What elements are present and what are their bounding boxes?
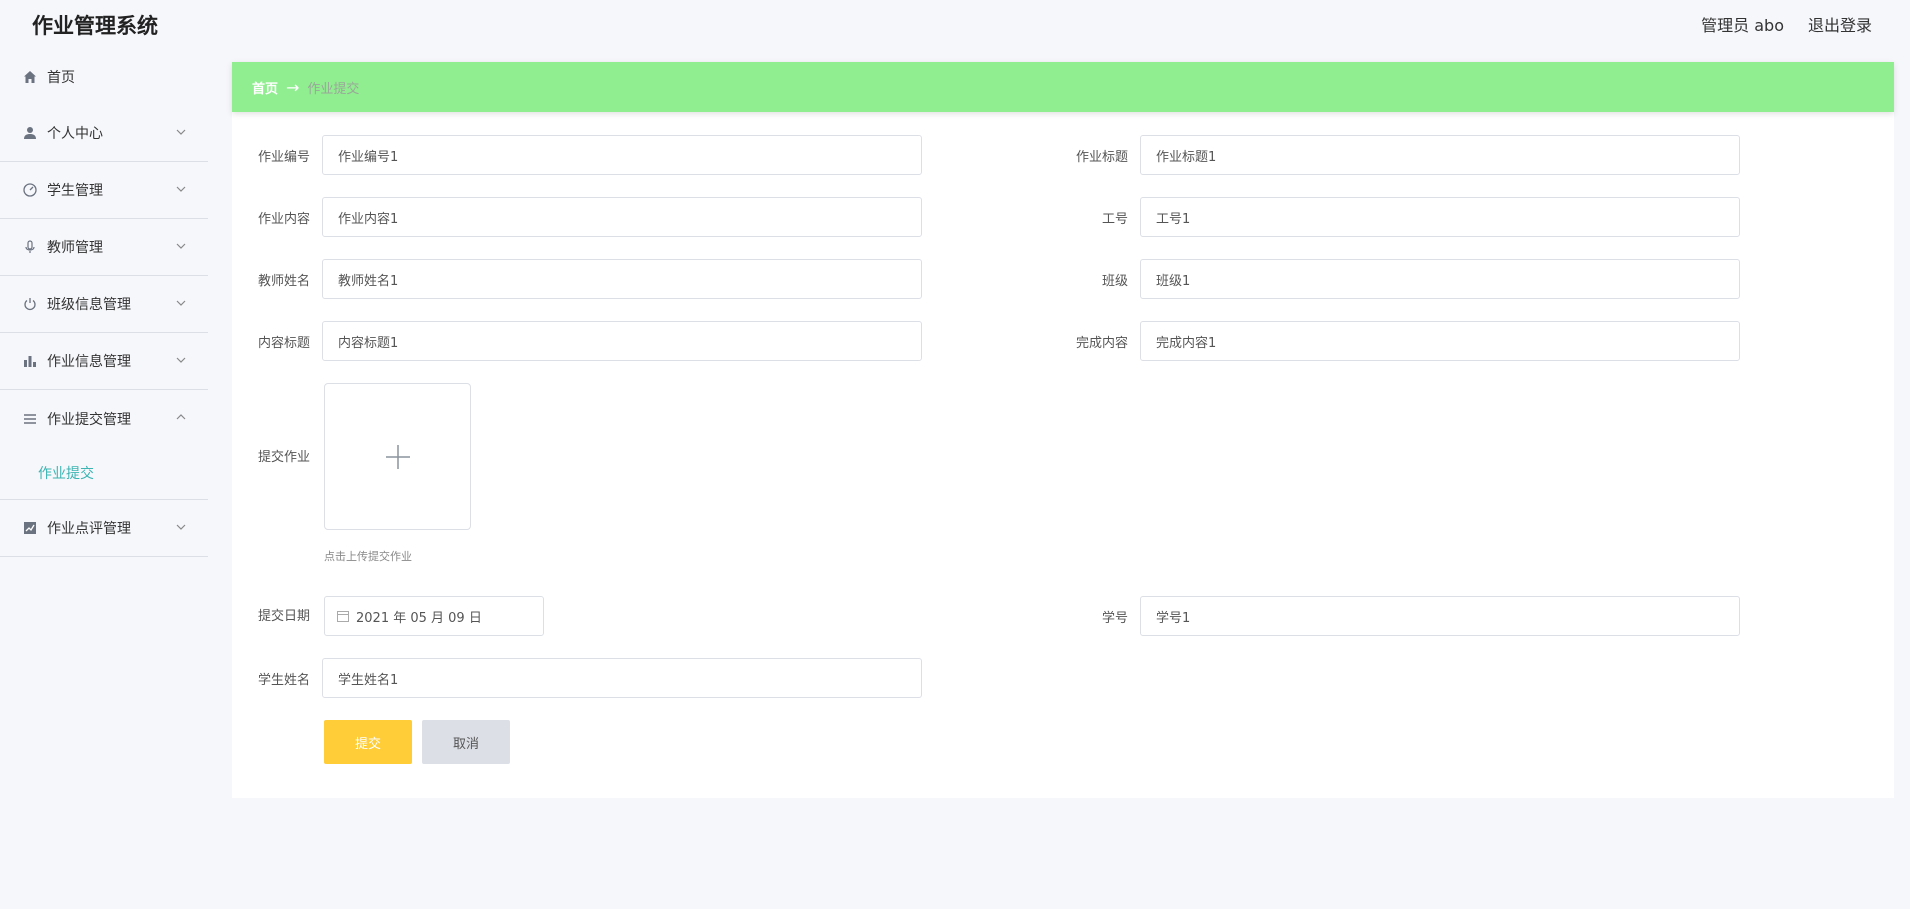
microphone-icon	[22, 239, 38, 255]
field-label: 作业内容	[257, 211, 310, 227]
field-label: 工号	[1101, 211, 1128, 227]
field-student-id: 学号	[1060, 596, 1740, 636]
breadcrumb-current: 作业提交	[307, 81, 360, 97]
sidebar-item-homework-info-management[interactable]: 作业信息管理	[0, 333, 208, 390]
upload-homework-button[interactable]	[324, 383, 471, 530]
field-label: 内容标题	[257, 335, 310, 351]
line-chart-icon	[22, 520, 38, 536]
chevron-down-icon	[176, 129, 186, 135]
field-label: 学生姓名	[257, 672, 310, 688]
field-homework-number: 作业编号	[242, 135, 922, 175]
breadcrumb-home[interactable]: 首页	[252, 78, 278, 97]
main-content: 首页 → 作业提交 作业编号 作业标题 作业内容 工号 教师姓名 班级 内容标题…	[232, 62, 1894, 798]
field-label: 班级	[1101, 273, 1128, 289]
header-actions: 管理员 abo 退出登录	[1701, 12, 1872, 36]
breadcrumb-arrow-icon: →	[286, 77, 300, 97]
cancel-button[interactable]: 取消	[422, 720, 510, 764]
student-id-input[interactable]	[1140, 596, 1740, 636]
sidebar-item-teacher-management[interactable]: 教师管理	[0, 219, 208, 276]
submit-button[interactable]: 提交	[324, 720, 412, 764]
field-label: 教师姓名	[257, 273, 310, 289]
sidebar-item-label: 班级信息管理	[47, 297, 131, 313]
field-content-title: 内容标题	[242, 321, 922, 361]
sidebar-item-student-management[interactable]: 学生管理	[0, 162, 208, 219]
upload-label: 提交作业	[257, 450, 310, 465]
student-name-input[interactable]	[322, 658, 922, 698]
sidebar-item-personal-center[interactable]: 个人中心	[0, 105, 208, 162]
sidebar-item-label: 教师管理	[47, 240, 103, 256]
home-icon	[22, 69, 38, 85]
sidebar-item-label: 学生管理	[47, 183, 103, 199]
bar-chart-icon	[22, 353, 38, 369]
sidebar: 首页 个人中心 学生管理 教师管理 班级信息管理 作业信息管理 作业提交管理 作…	[0, 48, 208, 909]
field-label: 作业标题	[1075, 149, 1128, 165]
chevron-down-icon	[176, 186, 186, 192]
field-teacher-name: 教师姓名	[242, 259, 922, 299]
submit-date-value: 2021 年 05 月 09 日	[356, 610, 482, 626]
sidebar-item-label: 作业提交管理	[47, 411, 131, 428]
list-icon	[22, 411, 38, 427]
dashboard-icon	[22, 182, 38, 198]
content-title-input[interactable]	[322, 321, 922, 361]
power-icon	[22, 296, 38, 312]
sidebar-item-home[interactable]: 首页	[0, 48, 208, 105]
current-user: 管理员 abo	[1701, 16, 1784, 35]
field-label: 完成内容	[1075, 335, 1128, 351]
app-title: 作业管理系统	[32, 14, 158, 38]
chevron-down-icon	[176, 524, 186, 530]
sidebar-subitem-homework-submit[interactable]: 作业提交	[0, 447, 208, 499]
calendar-icon	[337, 611, 349, 622]
homework-content-input[interactable]	[322, 197, 922, 237]
field-class: 班级	[1060, 259, 1740, 299]
sidebar-item-label: 个人中心	[47, 126, 103, 142]
sidebar-item-homework-submission-management[interactable]: 作业提交管理	[0, 390, 208, 447]
upload-hint: 点击上传提交作业	[324, 550, 412, 563]
top-header: 作业管理系统 管理员 abo 退出登录	[0, 0, 1910, 48]
field-homework-content: 作业内容	[242, 197, 922, 237]
breadcrumb: 首页 → 作业提交	[232, 62, 1894, 112]
chevron-down-icon	[176, 300, 186, 306]
teacher-name-input[interactable]	[322, 259, 922, 299]
field-student-name: 学生姓名	[242, 658, 922, 698]
field-completed-content: 完成内容	[1060, 321, 1740, 361]
homework-number-input[interactable]	[322, 135, 922, 175]
plus-icon	[385, 444, 410, 469]
sidebar-item-class-info-management[interactable]: 班级信息管理	[0, 276, 208, 333]
chevron-up-icon	[176, 414, 186, 420]
chevron-down-icon	[176, 357, 186, 363]
date-label: 提交日期	[257, 609, 310, 624]
completed-content-input[interactable]	[1140, 321, 1740, 361]
sidebar-item-label: 首页	[47, 69, 75, 86]
user-icon	[22, 125, 38, 141]
staff-id-input[interactable]	[1140, 197, 1740, 237]
class-input[interactable]	[1140, 259, 1740, 299]
sidebar-item-label: 作业点评管理	[47, 521, 131, 537]
field-label: 作业编号	[257, 149, 310, 165]
field-homework-title: 作业标题	[1060, 135, 1740, 175]
submenu-homework-submission: 作业提交管理 作业提交	[0, 390, 208, 500]
field-label: 学号	[1101, 610, 1128, 626]
chevron-down-icon	[176, 243, 186, 249]
homework-title-input[interactable]	[1140, 135, 1740, 175]
sidebar-item-homework-review-management[interactable]: 作业点评管理	[0, 500, 208, 557]
submit-date-picker[interactable]: 2021 年 05 月 09 日	[324, 596, 544, 636]
field-staff-id: 工号	[1060, 197, 1740, 237]
logout-link[interactable]: 退出登录	[1808, 12, 1872, 36]
sidebar-item-label: 作业信息管理	[47, 354, 131, 370]
